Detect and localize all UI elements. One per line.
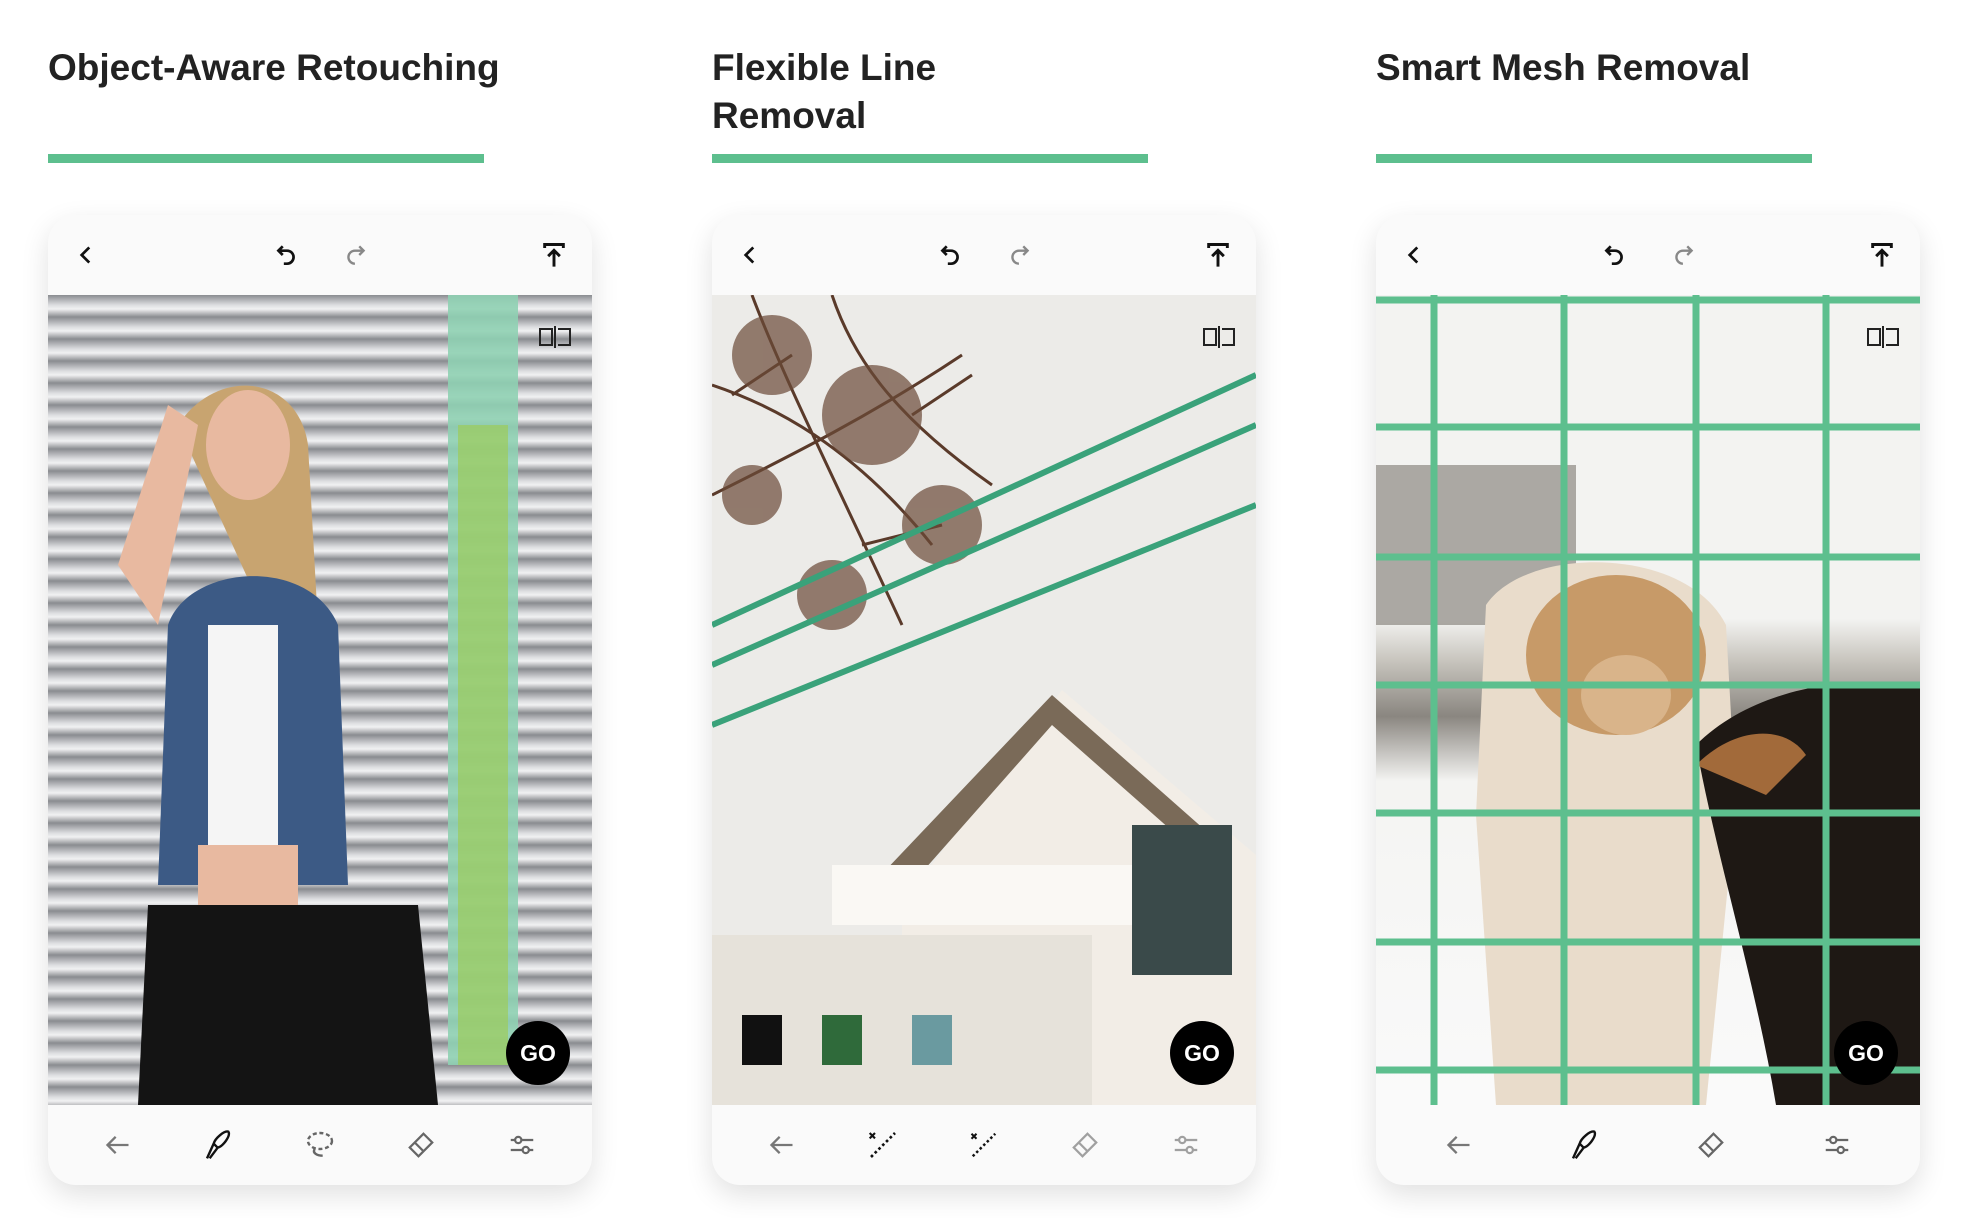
eraser-icon[interactable] — [403, 1127, 439, 1163]
export-icon[interactable] — [1864, 237, 1900, 273]
panel-object-aware: Object-Aware Retouching GO — [48, 0, 592, 1218]
panel-mesh-removal: Smart Mesh Removal GO — [1376, 0, 1920, 1218]
back-chevron-icon[interactable] — [1396, 237, 1432, 273]
redo-icon[interactable] — [338, 237, 374, 273]
phone-mockup: GO — [48, 215, 592, 1185]
back-arrow-icon[interactable] — [764, 1127, 800, 1163]
back-arrow-icon[interactable] — [100, 1127, 136, 1163]
panel-title: Flexible Line Removal — [712, 47, 937, 136]
tool-bar — [712, 1105, 1256, 1185]
redo-icon[interactable] — [1002, 237, 1038, 273]
photo-canvas[interactable]: GO — [48, 295, 592, 1105]
go-button[interactable]: GO — [1170, 1021, 1234, 1085]
go-button[interactable]: GO — [1834, 1021, 1898, 1085]
undo-icon[interactable] — [268, 237, 304, 273]
panel-title: Smart Mesh Removal — [1376, 47, 1751, 88]
redo-icon[interactable] — [1666, 237, 1702, 273]
accent-bar — [48, 154, 484, 163]
lasso-icon[interactable] — [302, 1127, 338, 1163]
phone-mockup: GO — [1376, 215, 1920, 1185]
photo-canvas[interactable]: GO — [1376, 295, 1920, 1105]
accent-bar — [1376, 154, 1812, 163]
eraser-icon[interactable] — [1067, 1127, 1103, 1163]
export-icon[interactable] — [1200, 237, 1236, 273]
dogs-photo — [1376, 295, 1920, 1105]
woman-photo — [118, 295, 518, 1105]
undo-icon[interactable] — [1596, 237, 1632, 273]
settings-sliders-icon[interactable] — [1168, 1127, 1204, 1163]
tool-bar — [48, 1105, 592, 1185]
eraser-icon[interactable] — [1693, 1127, 1729, 1163]
photo-canvas[interactable]: GO — [712, 295, 1256, 1105]
accent-bar — [712, 154, 1148, 163]
back-chevron-icon[interactable] — [68, 237, 104, 273]
export-icon[interactable] — [536, 237, 572, 273]
back-arrow-icon[interactable] — [1441, 1127, 1477, 1163]
back-chevron-icon[interactable] — [732, 237, 768, 273]
tool-bar — [1376, 1105, 1920, 1185]
brush-icon[interactable] — [1567, 1127, 1603, 1163]
line-tool-icon[interactable] — [865, 1127, 901, 1163]
compare-icon[interactable] — [538, 325, 572, 349]
phone-mockup: GO — [712, 215, 1256, 1185]
top-toolbar — [48, 215, 592, 295]
settings-sliders-icon[interactable] — [504, 1127, 540, 1163]
panel-title: Object-Aware Retouching — [48, 47, 500, 88]
top-toolbar — [1376, 215, 1920, 295]
undo-icon[interactable] — [932, 237, 968, 273]
segment-tool-icon[interactable] — [966, 1127, 1002, 1163]
panel-line-removal: Flexible Line Removal GO — [712, 0, 1256, 1218]
settings-sliders-icon[interactable] — [1819, 1127, 1855, 1163]
go-button[interactable]: GO — [506, 1021, 570, 1085]
compare-icon[interactable] — [1202, 325, 1236, 349]
compare-icon[interactable] — [1866, 325, 1900, 349]
object-brush-icon[interactable] — [201, 1127, 237, 1163]
top-toolbar — [712, 215, 1256, 295]
house-photo — [712, 295, 1256, 1105]
